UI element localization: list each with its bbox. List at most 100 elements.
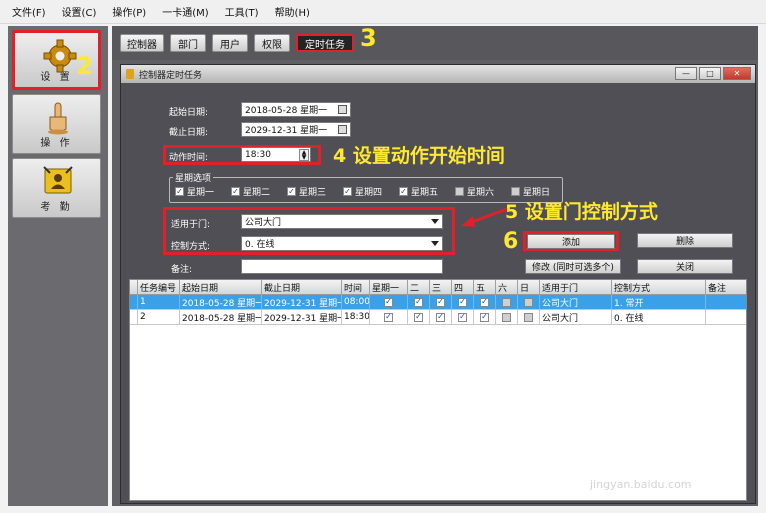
sidebar-label-attendance: 考 勤 <box>40 202 73 213</box>
weekday-label: 星期二 <box>243 188 271 198</box>
start-date-value: 2018-05-28 星期一 <box>245 106 328 116</box>
close-window-button[interactable]: ✕ <box>723 67 751 80</box>
col-header-note[interactable]: 备注 <box>706 280 746 295</box>
col-header-time[interactable]: 时间 <box>342 280 370 295</box>
tab-user[interactable]: 用户 <box>212 34 248 52</box>
sidebar-item-operate[interactable]: 操 作 <box>12 94 101 154</box>
col-header-fri[interactable]: 五 <box>474 280 496 295</box>
end-date-picker[interactable]: 2029-12-31 星期一 <box>241 122 351 137</box>
annotation-step-6: 6 <box>503 229 519 254</box>
tab-controller[interactable]: 控制器 <box>120 34 164 52</box>
arrow-icon <box>461 207 508 227</box>
calendar-icon[interactable] <box>338 105 347 114</box>
cell-id: 2 <box>138 310 180 325</box>
col-header-end[interactable]: 截止日期 <box>262 280 342 295</box>
cell-end: 2029-12-31 星期一 <box>262 310 342 325</box>
cell-note <box>706 310 746 325</box>
checkbox-icon[interactable]: ✓ <box>502 297 511 307</box>
menu-help[interactable]: 帮助(H) <box>275 4 310 19</box>
end-date-value: 2029-12-31 星期一 <box>245 126 328 136</box>
col-header-thu[interactable]: 四 <box>452 280 474 295</box>
col-header-start[interactable]: 起始日期 <box>180 280 262 295</box>
checkbox-icon[interactable]: ✓ <box>480 312 489 322</box>
weekday-sat[interactable]: ✓星期六 <box>455 185 494 198</box>
tab-permission[interactable]: 权限 <box>254 34 290 52</box>
close-button[interactable]: 关闭 <box>637 259 733 274</box>
col-header-mode[interactable]: 控制方式 <box>612 280 706 295</box>
checkbox-icon[interactable]: ✓ <box>458 312 467 322</box>
menu-file[interactable]: 文件(F) <box>12 4 46 19</box>
maximize-button[interactable]: □ <box>699 67 721 80</box>
cell-time: 08:00 <box>342 295 370 310</box>
chevron-down-icon[interactable] <box>431 241 439 246</box>
start-date-picker[interactable]: 2018-05-28 星期一 <box>241 102 351 117</box>
delete-button[interactable]: 删除 <box>637 233 733 248</box>
weekday-tue[interactable]: ✓ 星期二 <box>231 185 270 198</box>
modify-button[interactable]: 修改 (同时可选多个) <box>525 259 621 274</box>
time-spinner[interactable]: ▲ ▼ <box>299 149 309 161</box>
add-button[interactable]: 添加 <box>527 234 615 249</box>
col-header-tue[interactable]: 二 <box>408 280 430 295</box>
checkbox-icon[interactable]: ✓ <box>414 297 423 307</box>
cell-start: 2018-05-28 星期一 <box>180 310 262 325</box>
tab-department[interactable]: 部门 <box>170 34 206 52</box>
minimize-button[interactable]: — <box>675 67 697 80</box>
col-header-door[interactable]: 适用于门 <box>540 280 612 295</box>
checkbox-icon[interactable]: ✓ <box>480 297 489 307</box>
end-date-label: 截止日期: <box>169 128 209 138</box>
cell-sat: ✓ <box>496 310 518 325</box>
checkbox-icon[interactable]: ✓ <box>436 312 445 322</box>
door-label: 适用于门: <box>171 220 211 230</box>
checkbox-icon[interactable]: ✓ <box>436 297 445 307</box>
weekday-fri[interactable]: ✓ 星期五 <box>399 185 438 198</box>
action-time-value: 18:30 <box>245 149 271 160</box>
annotation-step-2: 2 <box>76 52 93 80</box>
checkbox-icon[interactable]: ✓ <box>384 312 393 322</box>
attendance-card-icon <box>43 166 73 194</box>
checkbox-icon[interactable]: ✓ <box>287 187 296 196</box>
sidebar-item-attendance[interactable]: 考 勤 <box>12 158 101 218</box>
checkbox-icon[interactable]: ✓ <box>414 312 423 322</box>
checkbox-icon[interactable]: ✓ <box>343 187 352 196</box>
col-header-sun[interactable]: 日 <box>518 280 540 295</box>
checkbox-icon[interactable]: ✓ <box>231 187 240 196</box>
cell-thu: ✓ <box>452 295 474 310</box>
row-marker <box>130 310 138 325</box>
cell-mon: ✓ <box>370 310 408 325</box>
menu-card[interactable]: 一卡通(M) <box>162 4 208 19</box>
menu-operate[interactable]: 操作(P) <box>112 4 146 19</box>
table-row[interactable]: 2 2018-05-28 星期一 2029-12-31 星期一 18:30 ✓ … <box>130 310 746 325</box>
checkbox-icon[interactable]: ✓ <box>524 297 533 307</box>
checkbox-icon[interactable]: ✓ <box>524 312 533 322</box>
col-header-mon[interactable]: 星期一 <box>370 280 408 295</box>
menu-tools[interactable]: 工具(T) <box>225 4 259 19</box>
control-mode-select[interactable]: 0. 在线 <box>241 236 443 251</box>
table-row[interactable]: 1 2018-05-28 星期一 2029-12-31 星期一 08:00 ✓ … <box>130 295 746 310</box>
checkbox-icon[interactable]: ✓ <box>455 187 464 196</box>
action-time-input[interactable]: 18:30 ▲ ▼ <box>241 147 311 162</box>
checkbox-icon[interactable]: ✓ <box>175 187 184 196</box>
col-header-wed[interactable]: 三 <box>430 280 452 295</box>
chevron-down-icon[interactable] <box>431 219 439 224</box>
tab-scheduled-tasks[interactable]: 定时任务 <box>296 34 354 52</box>
door-select[interactable]: 公司大门 <box>241 214 443 229</box>
weekday-thu[interactable]: ✓ 星期四 <box>343 185 382 198</box>
col-header-id[interactable]: 任务编号 <box>138 280 180 295</box>
col-header-sat[interactable]: 六 <box>496 280 518 295</box>
checkbox-icon[interactable]: ✓ <box>511 187 520 196</box>
cell-mode: 0. 在线 <box>612 310 706 325</box>
checkbox-icon[interactable]: ✓ <box>399 187 408 196</box>
weekday-wed[interactable]: ✓ 星期三 <box>287 185 326 198</box>
window-title: 控制器定时任务 <box>139 70 203 81</box>
note-input[interactable] <box>241 259 443 274</box>
checkbox-icon[interactable]: ✓ <box>458 297 467 307</box>
menu-settings[interactable]: 设置(C) <box>62 4 97 19</box>
cell-wed: ✓ <box>430 295 452 310</box>
weekday-mon[interactable]: ✓ 星期一 <box>175 185 214 198</box>
checkbox-icon[interactable]: ✓ <box>384 297 393 307</box>
scheduled-task-window: 控制器定时任务 — □ ✕ 起始日期: 2018-05-28 星期一 截止日期:… <box>120 64 756 504</box>
checkbox-icon[interactable]: ✓ <box>502 312 511 322</box>
calendar-icon[interactable] <box>338 125 347 134</box>
window-titlebar: 控制器定时任务 — □ ✕ <box>121 65 755 83</box>
cell-tue: ✓ <box>408 310 430 325</box>
